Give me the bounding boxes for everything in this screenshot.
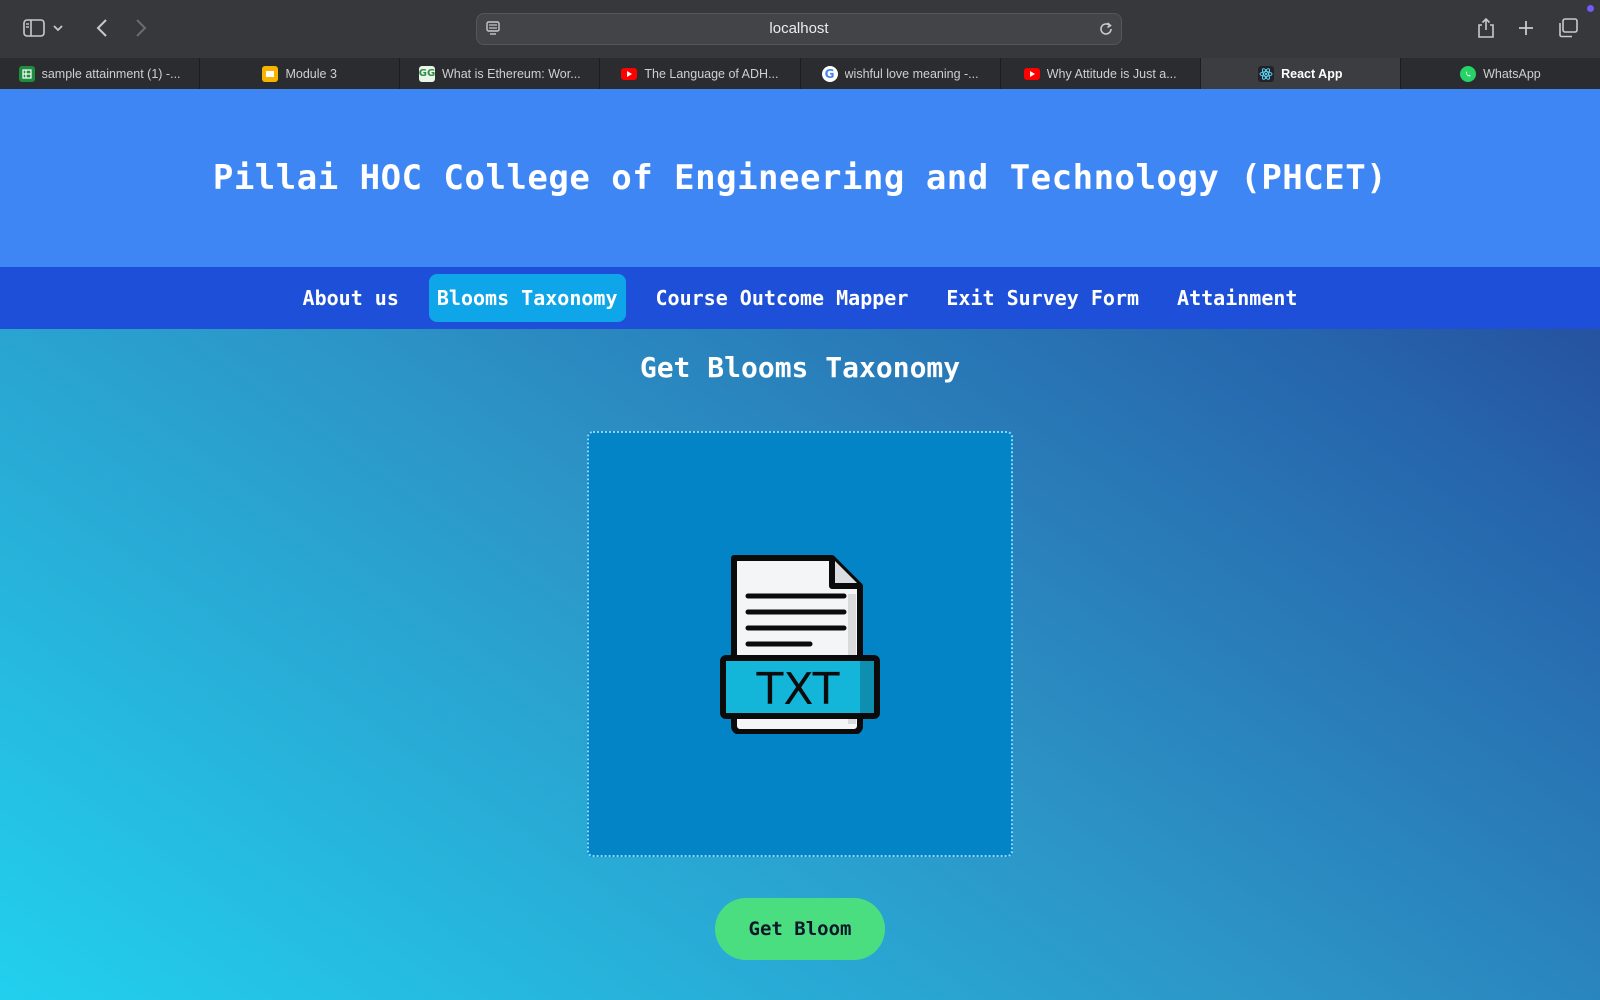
site-header: Pillai HOC College of Engineering and Te… [0,89,1600,267]
get-bloom-button[interactable]: Get Bloom [715,898,885,960]
tab-label: What is Ethereum: Wor... [441,66,581,81]
sidebar-toggle-icon[interactable] [20,14,48,42]
nav-exit-survey-form[interactable]: Exit Survey Form [938,274,1147,322]
forward-icon[interactable] [127,14,155,42]
browser-toolbar: localhost [0,0,1600,59]
google-slides-icon [262,65,279,82]
txt-file-icon: TXT [720,555,880,734]
notification-dot [1587,5,1594,12]
reload-icon[interactable] [1097,20,1115,43]
nav-about-us[interactable]: About us [295,274,407,322]
youtube-icon [1023,67,1040,80]
back-icon[interactable] [88,14,116,42]
tab-label: sample attainment (1) -... [41,66,181,81]
tab-wishful-love[interactable]: G wishful love meaning -... [801,58,1001,89]
geeksforgeeks-icon: GG [419,65,435,82]
chevron-down-icon[interactable] [50,14,66,42]
tab-bar: sample attainment (1) -... Module 3 GG W… [0,58,1600,89]
google-sheets-icon [18,65,35,82]
tab-attitude-video[interactable]: Why Attitude is Just a... [1001,58,1201,89]
google-icon: G [821,65,838,82]
nav-blooms-taxonomy[interactable]: Blooms Taxonomy [428,274,626,322]
nav-course-outcome-mapper[interactable]: Course Outcome Mapper [648,274,917,322]
file-dropzone[interactable]: TXT [587,431,1013,857]
tab-whatsapp[interactable]: WhatsApp [1401,58,1600,89]
whatsapp-icon [1460,65,1477,82]
tab-label: Module 3 [285,66,337,81]
share-icon[interactable] [1472,14,1500,42]
nav-attainment[interactable]: Attainment [1169,274,1305,322]
tab-overview-icon[interactable] [1554,14,1582,42]
tab-label: Why Attitude is Just a... [1046,66,1177,81]
url-text: localhost [769,20,829,37]
tab-ethereum[interactable]: GG What is Ethereum: Wor... [400,58,601,89]
react-icon [1258,65,1275,82]
page-title: Pillai HOC College of Engineering and Te… [212,158,1388,198]
tab-module-3[interactable]: Module 3 [200,58,401,89]
file-badge-label: TXT [755,664,839,715]
youtube-icon [621,67,638,80]
page-content: Pillai HOC College of Engineering and Te… [0,89,1600,1000]
address-bar[interactable]: localhost [476,13,1122,45]
tab-sample-attainment[interactable]: sample attainment (1) -... [0,58,201,89]
new-tab-icon[interactable] [1512,14,1540,42]
main-nav: About us Blooms Taxonomy Course Outcome … [0,267,1600,329]
section-heading: Get Blooms Taxonomy [639,351,961,384]
tab-label: The Language of ADH... [644,66,779,81]
tab-label: React App [1281,66,1343,81]
tab-label: WhatsApp [1483,66,1541,81]
tab-adhd-video[interactable]: The Language of ADH... [600,58,801,89]
tab-label: wishful love meaning -... [844,66,979,81]
tab-react-app[interactable]: React App [1200,58,1401,89]
